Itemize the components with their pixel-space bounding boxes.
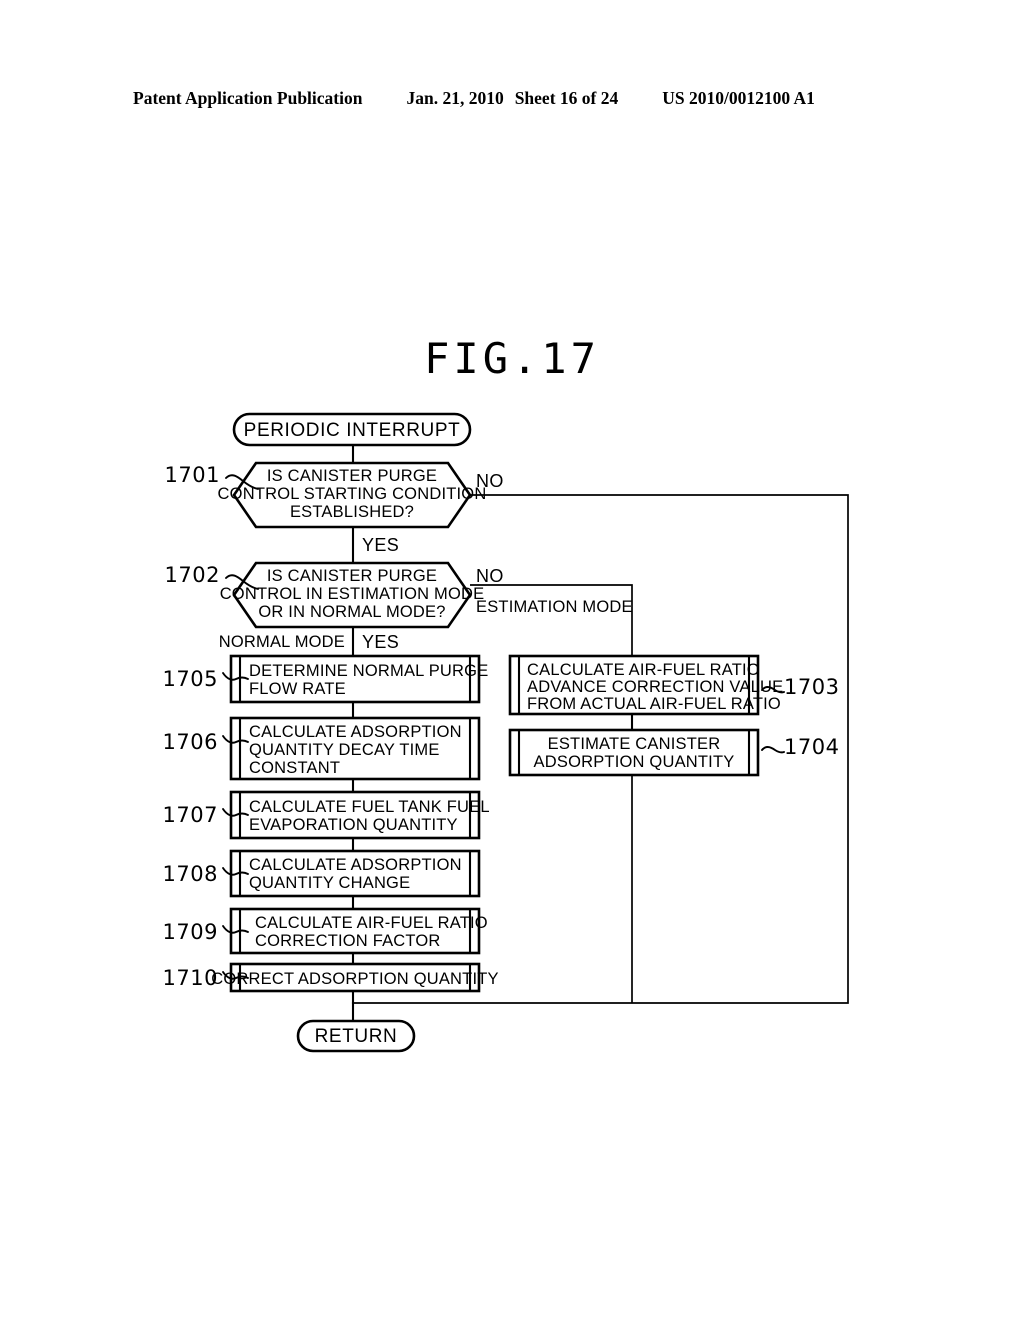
ref-leader-1704 — [761, 746, 785, 754]
ref-number-1701: 1701 — [165, 463, 220, 487]
process-1707-line-2: EVAPORATION QUANTITY — [249, 816, 458, 834]
ref-number-1702: 1702 — [165, 563, 220, 587]
decision-1701-no-label: NO — [476, 471, 504, 491]
flow-node-start: PERIODIC INTERRUPT — [232, 412, 472, 447]
decision-1701-line-3: ESTABLISHED? — [290, 503, 414, 521]
process-1703-line-2: ADVANCE CORRECTION VALUE — [527, 678, 783, 696]
flow-node-1702: IS CANISTER PURGE CONTROL IN ESTIMATION … — [165, 561, 633, 652]
ref-number-1704: 1704 — [784, 735, 839, 759]
decision-1702-no-label: NO — [476, 566, 504, 586]
decision-1701-line-1: IS CANISTER PURGE — [267, 467, 437, 485]
decision-1701-line-2: CONTROL STARTING CONDITION — [218, 485, 487, 503]
flow-node-1705: DETERMINE NORMAL PURGE FLOW RATE 1705 — [163, 654, 488, 704]
ref-number-1708: 1708 — [163, 862, 218, 886]
ref-number-1705: 1705 — [163, 667, 218, 691]
end-terminator-label: RETURN — [315, 1026, 398, 1047]
flow-node-1706: CALCULATE ADSORPTION QUANTITY DECAY TIME… — [163, 716, 481, 781]
ref-number-1707: 1707 — [163, 803, 218, 827]
process-1706-line-3: CONSTANT — [249, 759, 340, 777]
process-1703-line-3: FROM ACTUAL AIR-FUEL RATIO — [527, 695, 781, 713]
process-1704-line-1: ESTIMATE CANISTER — [548, 735, 721, 753]
decision-1702-line-2: CONTROL IN ESTIMATION MODE — [220, 585, 485, 603]
process-1709-line-2: CORRECTION FACTOR — [255, 932, 441, 950]
connector-1702-no-branch — [470, 584, 633, 656]
ref-number-1709: 1709 — [163, 920, 218, 944]
process-1709-line-1: CALCULATE AIR-FUEL RATIO — [255, 914, 488, 932]
decision-1702-yes-branch-label: NORMAL MODE — [219, 633, 345, 651]
process-1706-line-1: CALCULATE ADSORPTION — [249, 723, 462, 741]
ref-number-1706: 1706 — [163, 730, 218, 754]
decision-1702-line-3: OR IN NORMAL MODE? — [258, 603, 445, 621]
flow-node-1708: CALCULATE ADSORPTION QUANTITY CHANGE 170… — [163, 849, 481, 898]
flow-node-1707: CALCULATE FUEL TANK FUEL EVAPORATION QUA… — [163, 790, 490, 840]
flow-node-end: RETURN — [296, 1019, 416, 1053]
start-terminator-label: PERIODIC INTERRUPT — [244, 420, 461, 441]
flow-node-1704: ESTIMATE CANISTER ADSORPTION QUANTITY 17… — [508, 728, 839, 777]
flow-node-1710: CORRECT ADSORPTION QUANTITY 1710 — [163, 962, 499, 993]
decision-1702-yes-label: YES — [362, 632, 399, 652]
process-1706-line-2: QUANTITY DECAY TIME — [249, 741, 440, 759]
decision-1702-line-1: IS CANISTER PURGE — [267, 567, 437, 585]
ref-number-1710: 1710 — [163, 966, 218, 990]
ref-number-1703: 1703 — [784, 675, 839, 699]
flow-node-1703: CALCULATE AIR-FUEL RATIO ADVANCE CORRECT… — [508, 654, 839, 716]
flow-node-1709: CALCULATE AIR-FUEL RATIO CORRECTION FACT… — [163, 907, 488, 955]
process-1710-line-1: CORRECT ADSORPTION QUANTITY — [211, 970, 498, 988]
process-1703-line-1: CALCULATE AIR-FUEL RATIO — [527, 661, 760, 679]
process-1704-line-2: ADSORPTION QUANTITY — [534, 753, 735, 771]
process-1708-line-2: QUANTITY CHANGE — [249, 874, 410, 892]
process-1708-line-1: CALCULATE ADSORPTION — [249, 856, 462, 874]
decision-1701-yes-label: YES — [362, 535, 399, 555]
flowchart-figure: PERIODIC INTERRUPT IS CANISTER PURGE CON… — [0, 0, 1024, 1320]
decision-1702-no-branch-label: ESTIMATION MODE — [476, 598, 633, 616]
process-1705-line-1: DETERMINE NORMAL PURGE — [249, 662, 488, 680]
flow-node-1701: IS CANISTER PURGE CONTROL STARTING CONDI… — [165, 461, 504, 555]
process-1707-line-1: CALCULATE FUEL TANK FUEL — [249, 798, 490, 816]
process-1705-line-2: FLOW RATE — [249, 680, 346, 698]
